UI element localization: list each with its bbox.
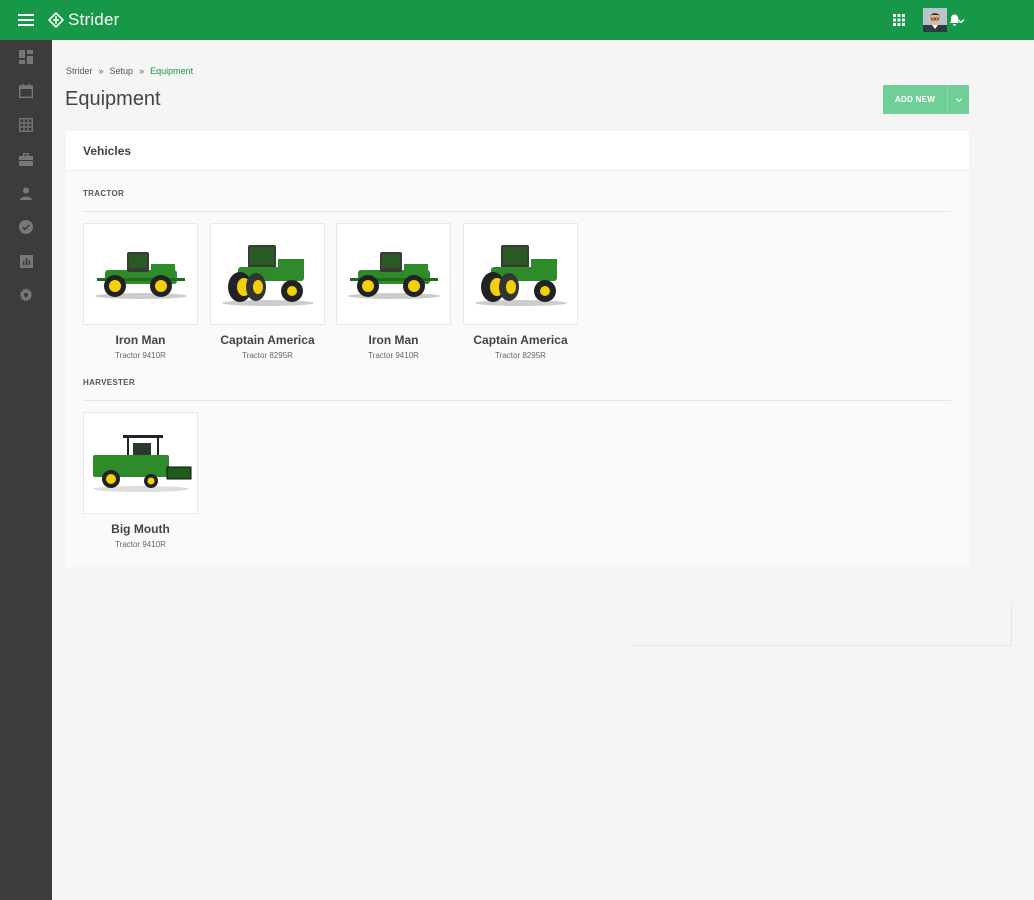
vehicle-card[interactable]: Iron Man Tractor 9410R <box>336 223 451 360</box>
avatar-photo-icon <box>923 8 947 32</box>
vehicle-model: Tractor 8295R <box>242 351 293 360</box>
vehicle-thumbnail <box>463 223 578 325</box>
vehicle-name: Iron Man <box>368 333 419 347</box>
vehicle-name: Captain America <box>220 333 315 347</box>
briefcase-icon <box>19 152 33 166</box>
add-new-dropdown-toggle[interactable] <box>948 85 969 114</box>
dashboard-icon <box>19 50 33 64</box>
empty-panel-outline <box>632 602 1012 646</box>
section-label-tractor: TRACTOR <box>83 189 125 198</box>
vehicle-model: Tractor 9410R <box>115 351 166 360</box>
sidebar-nav <box>0 40 52 900</box>
breadcrumb-setup[interactable]: Setup <box>110 66 134 76</box>
tractor-8295r-image <box>474 245 567 306</box>
top-app-bar: Strider <box>0 0 1034 40</box>
sidebar-item-reports[interactable] <box>0 244 52 278</box>
sidebar-item-people[interactable] <box>0 176 52 210</box>
hamburger-icon <box>18 14 34 26</box>
vehicle-card[interactable]: Captain America Tractor 8295R <box>463 223 578 360</box>
add-new-button[interactable]: ADD NEW <box>883 85 947 114</box>
tractor-9410r-image <box>347 252 440 299</box>
apps-button[interactable] <box>885 0 913 40</box>
check-circle-icon <box>19 220 33 234</box>
vehicles-card: Vehicles TRACTOR Iron Man Tractor 9410R <box>66 131 969 567</box>
harvester-image <box>92 435 191 492</box>
user-avatar[interactable] <box>923 8 947 32</box>
tractor-8295r-image <box>221 245 314 306</box>
sidebar-item-grid[interactable] <box>0 108 52 142</box>
vehicle-thumbnail <box>336 223 451 325</box>
card-header: Vehicles <box>66 131 969 171</box>
menu-button[interactable] <box>0 0 52 40</box>
vehicle-model: Tractor 9410R <box>115 540 166 549</box>
brand-logo[interactable]: Strider <box>48 10 119 30</box>
breadcrumb-equipment: Equipment <box>150 66 194 76</box>
vehicle-name: Iron Man <box>115 333 166 347</box>
vehicle-card[interactable]: Big Mouth Tractor 9410R <box>83 412 198 549</box>
apps-grid-icon <box>893 14 905 26</box>
chevron-down-icon <box>957 19 965 24</box>
calendar-icon <box>19 84 33 98</box>
sidebar-item-tasks[interactable] <box>0 210 52 244</box>
sidebar-item-calendar[interactable] <box>0 74 52 108</box>
vehicle-thumbnail <box>210 223 325 325</box>
grid-icon <box>19 118 33 132</box>
page-title: Equipment <box>65 88 161 110</box>
vehicle-card[interactable]: Iron Man Tractor 9410R <box>83 223 198 360</box>
strider-logo-icon <box>48 12 64 28</box>
breadcrumb-separator: » <box>98 66 104 76</box>
vehicle-name: Big Mouth <box>111 522 170 536</box>
vehicle-model: Tractor 9410R <box>368 351 419 360</box>
vehicle-card[interactable]: Captain America Tractor 8295R <box>210 223 325 360</box>
breadcrumb-separator: » <box>139 66 145 76</box>
breadcrumb: Strider » Setup » Equipment <box>66 66 193 76</box>
section-divider <box>83 400 951 401</box>
vehicle-thumbnail <box>83 223 198 325</box>
user-menu-toggle[interactable] <box>955 14 967 26</box>
tractor-9410r-image <box>94 252 187 299</box>
report-icon <box>19 254 33 268</box>
vehicle-model: Tractor 8295R <box>495 351 546 360</box>
card-title: Vehicles <box>83 144 132 158</box>
add-new-split-button: ADD NEW <box>883 85 969 114</box>
vehicle-name: Captain America <box>473 333 568 347</box>
chevron-down-icon <box>955 97 962 102</box>
brand-name: Strider <box>68 10 120 29</box>
person-icon <box>20 187 32 200</box>
sidebar-item-dashboard[interactable] <box>0 40 52 74</box>
gear-icon <box>19 288 33 302</box>
sidebar-item-settings[interactable] <box>0 278 52 312</box>
breadcrumb-strider[interactable]: Strider <box>66 66 93 76</box>
section-label-harvester: HARVESTER <box>83 378 135 387</box>
section-divider <box>83 211 951 212</box>
vehicle-thumbnail <box>83 412 198 514</box>
sidebar-item-equipment[interactable] <box>0 142 52 176</box>
